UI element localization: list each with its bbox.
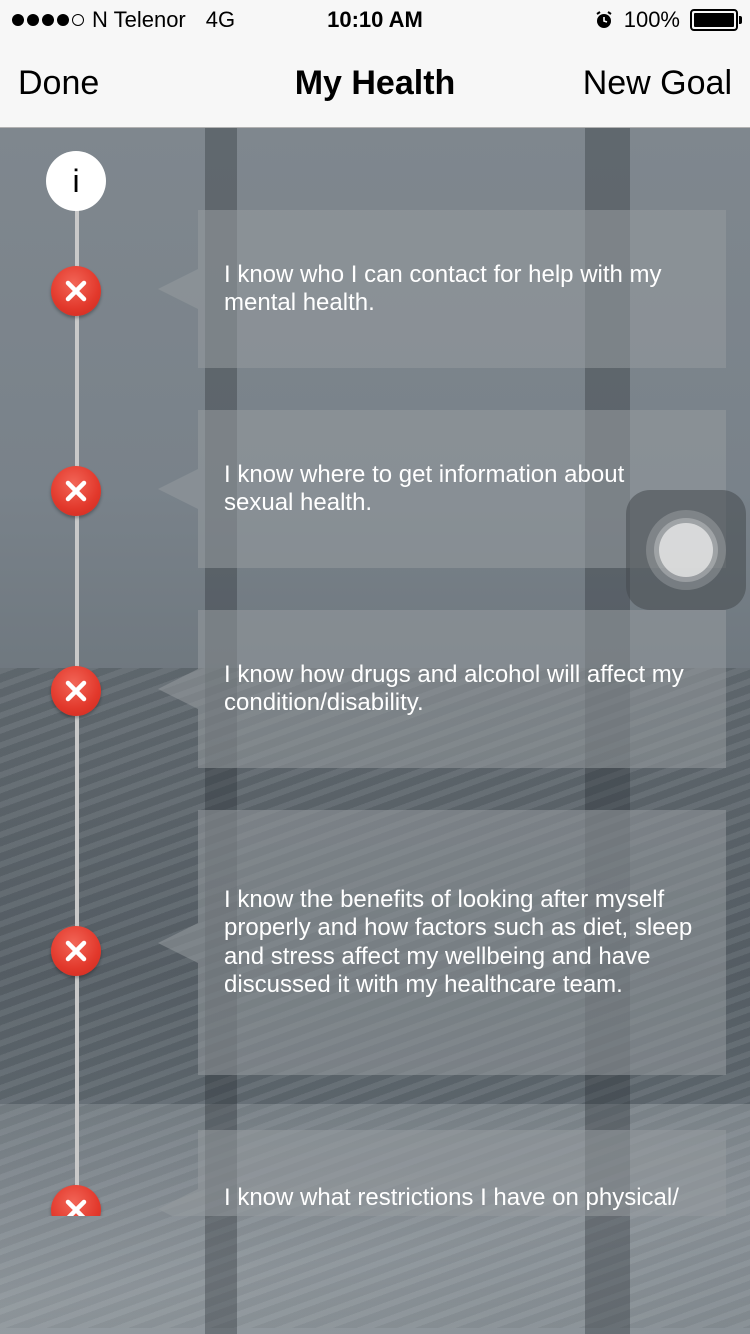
close-icon[interactable]: [51, 466, 101, 516]
goal-card[interactable]: I know the benefits of looking after mys…: [158, 810, 726, 1075]
goal-text: I know who I can contact for help with m…: [224, 260, 662, 317]
signal-dots-icon: [12, 14, 84, 26]
new-goal-button[interactable]: New Goal: [583, 64, 732, 103]
signal-dot-empty: [72, 14, 84, 26]
goal-card-clip: I know what restrictions I have on physi…: [0, 1130, 750, 1216]
close-icon[interactable]: [51, 926, 101, 976]
battery-fill: [694, 13, 734, 27]
network-type: 4G: [205, 7, 236, 32]
goal-card[interactable]: I know what restrictions I have on physi…: [158, 1130, 726, 1216]
battery-icon: [690, 9, 742, 31]
navigation-bar: Done My Health New Goal: [0, 40, 750, 128]
signal-dot: [57, 14, 69, 26]
done-button[interactable]: Done: [18, 64, 99, 103]
signal-dot: [27, 14, 39, 26]
alarm-icon: [596, 11, 612, 28]
goal-card[interactable]: I know who I can contact for help with m…: [158, 210, 726, 368]
signal-dot: [42, 14, 54, 26]
assistive-touch-core: [659, 523, 713, 577]
assistive-touch-icon[interactable]: [626, 490, 746, 610]
goal-text: I know the benefits of looking after mys…: [224, 885, 693, 999]
goal-text: I know how drugs and alcohol will affect…: [224, 660, 684, 717]
status-left: N Telenor 4G: [12, 7, 235, 33]
close-icon[interactable]: [51, 266, 101, 316]
goal-text: I know what restrictions I have on physi…: [224, 1184, 679, 1211]
battery-percent: 100%: [623, 7, 680, 32]
close-icon[interactable]: [51, 666, 101, 716]
signal-dot: [12, 14, 24, 26]
status-bar: N Telenor 4G 10:10 AM 100%: [0, 0, 750, 40]
carrier-name: N Telenor: [92, 7, 186, 32]
goal-card[interactable]: I know how drugs and alcohol will affect…: [158, 610, 726, 768]
status-right: 100%: [594, 7, 742, 33]
info-button[interactable]: i: [46, 151, 106, 211]
